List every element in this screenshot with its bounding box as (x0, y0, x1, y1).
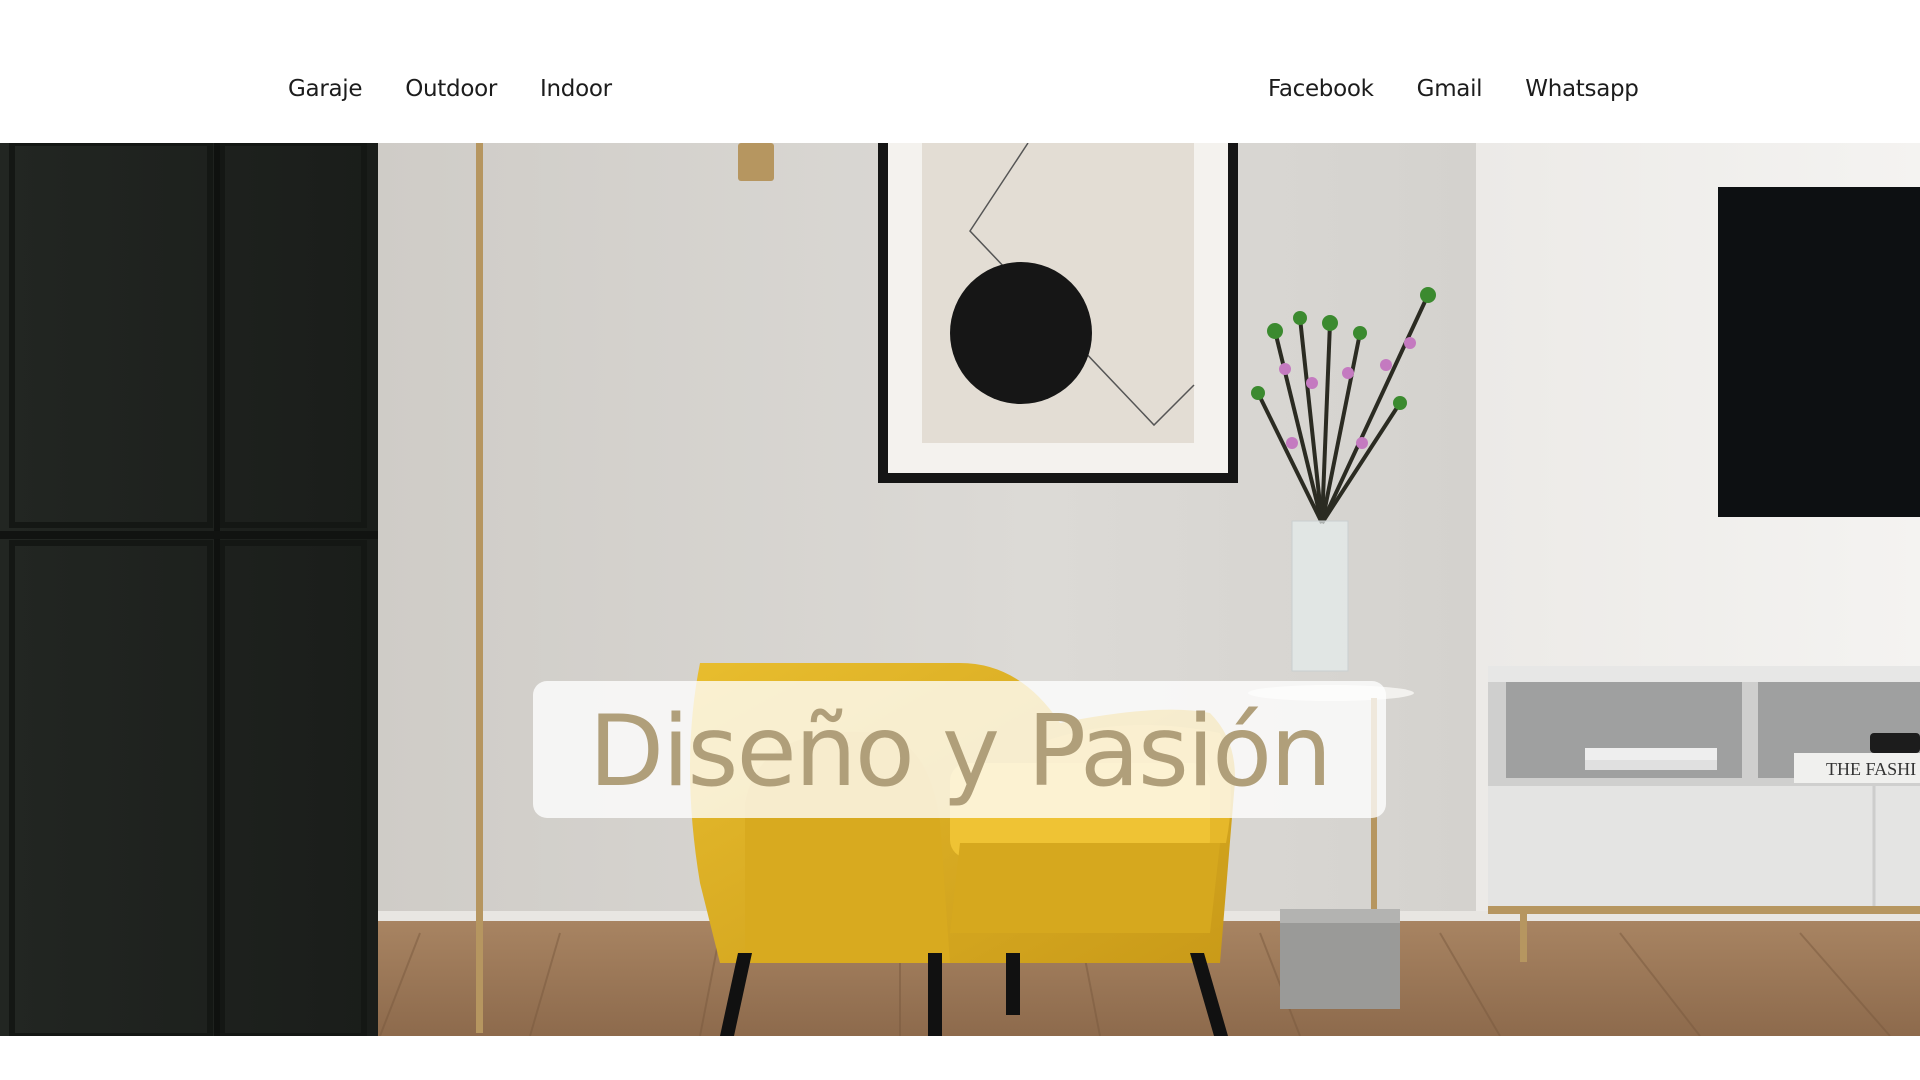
book-title: THE FASHI (1826, 759, 1916, 779)
nav-link-outdoor[interactable]: Outdoor (405, 76, 497, 104)
nav-link-facebook[interactable]: Facebook (1268, 76, 1374, 104)
social-nav: Facebook Gmail Whatsapp (1268, 76, 1639, 104)
category-nav: Garaje Outdoor Indoor (288, 76, 612, 104)
nav-link-gmail[interactable]: Gmail (1417, 76, 1483, 104)
site-header: Garaje Outdoor Indoor Facebook Gmail Wha… (0, 0, 1920, 143)
nav-link-indoor[interactable]: Indoor (540, 76, 612, 104)
nav-link-garaje[interactable]: Garaje (288, 76, 363, 104)
hero-banner: THE FASHI Diseño y Pasión (0, 143, 1920, 1036)
hero-title: Diseño y Pasión (588, 694, 1333, 809)
floor-lamp (476, 143, 483, 1033)
living-room-photo: THE FASHI (0, 143, 1920, 1036)
dark-cabinet (0, 143, 378, 1036)
hero-title-card: Diseño y Pasión (533, 681, 1386, 818)
page-bottom-space (0, 1036, 1920, 1080)
nav-link-whatsapp[interactable]: Whatsapp (1525, 76, 1639, 104)
framed-art (878, 143, 1238, 483)
tv-screen (1718, 187, 1920, 517)
